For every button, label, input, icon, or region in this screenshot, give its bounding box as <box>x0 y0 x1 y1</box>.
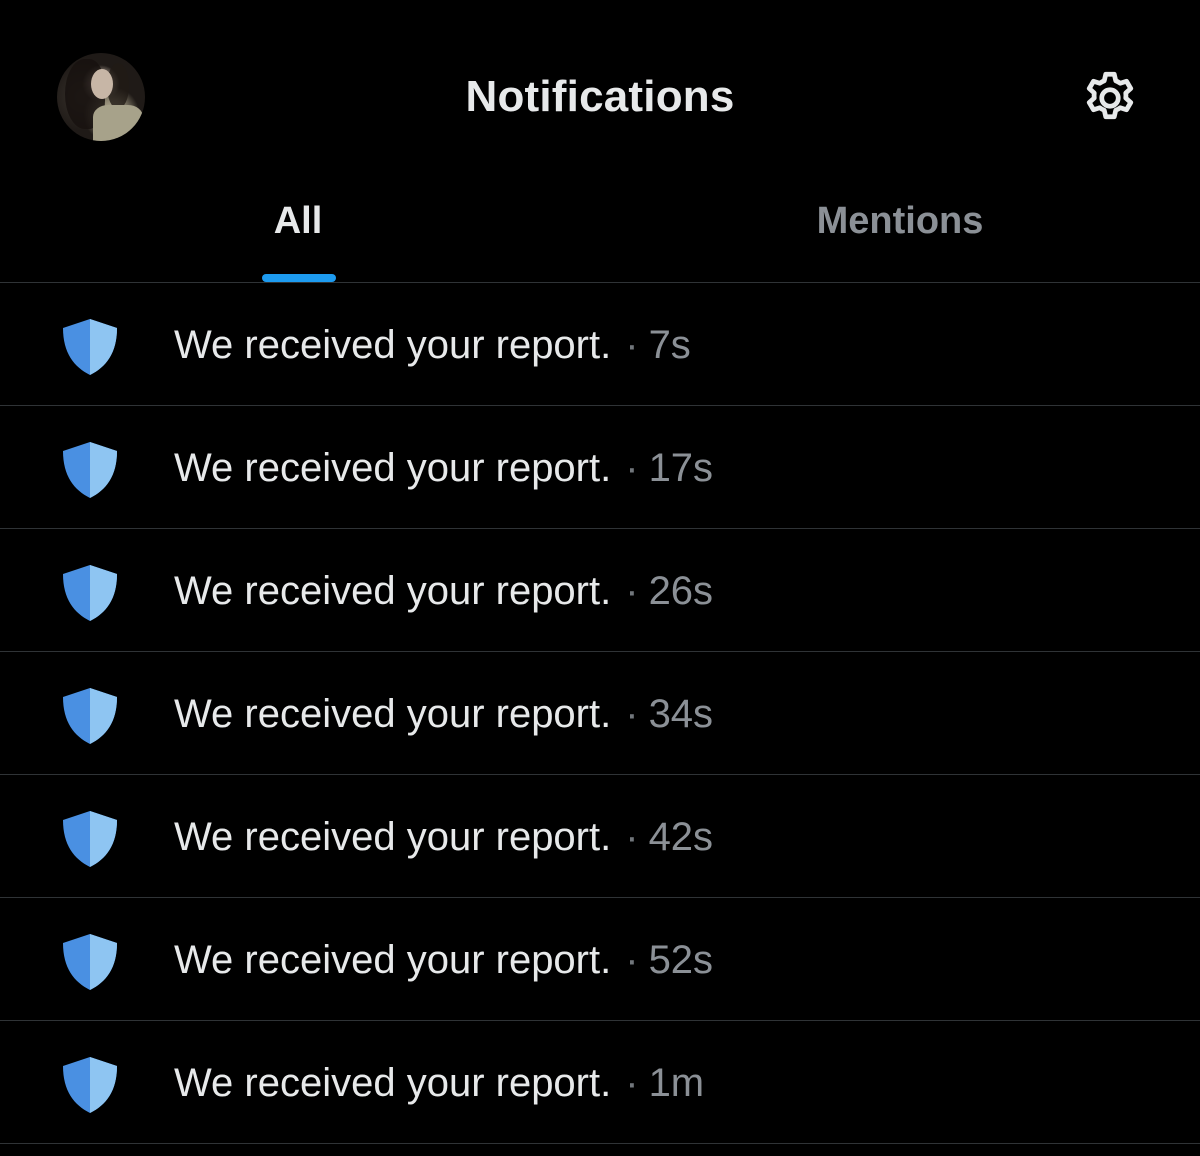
notification-message: We received your report. <box>174 569 612 613</box>
notification-message: We received your report. <box>174 1061 612 1105</box>
separator-dot: · <box>625 323 639 367</box>
shield-icon <box>60 811 120 867</box>
shield-icon <box>60 565 120 621</box>
shield-icon <box>60 442 120 498</box>
notification-text: We received your report. · 26s <box>174 569 713 613</box>
separator-dot: · <box>625 692 639 736</box>
notification-time: 17s <box>648 446 714 490</box>
notification-time: 34s <box>648 692 714 736</box>
separator-dot: · <box>625 815 639 859</box>
notification-text: We received your report. · 52s <box>174 938 713 982</box>
tab-all-label: All <box>273 200 323 242</box>
notification-time: 42s <box>648 815 714 859</box>
tab-all[interactable]: All <box>0 195 600 282</box>
notification-message: We received your report. <box>174 815 612 859</box>
notification-row[interactable]: We received your report. · 1m <box>0 1021 1200 1144</box>
notification-row[interactable]: We received your report. · 52s <box>0 898 1200 1021</box>
shield-icon <box>60 1057 120 1113</box>
notification-time: 7s <box>648 323 691 367</box>
notification-row[interactable]: We received your report. · 26s <box>0 529 1200 652</box>
notification-text: We received your report. · 1m <box>174 1061 704 1105</box>
notification-message: We received your report. <box>174 323 612 367</box>
notification-message: We received your report. <box>174 692 612 736</box>
shield-icon <box>60 319 120 375</box>
shield-icon <box>60 934 120 990</box>
notification-time: 1m <box>648 1061 705 1105</box>
tab-mentions[interactable]: Mentions <box>600 195 1200 282</box>
notification-message: We received your report. <box>174 938 612 982</box>
notification-text: We received your report. · 42s <box>174 815 713 859</box>
notification-message: We received your report. <box>174 446 612 490</box>
separator-dot: · <box>625 569 639 613</box>
tab-selected-indicator <box>262 274 336 282</box>
notification-text: We received your report. · 17s <box>174 446 713 490</box>
notification-text: We received your report. · 7s <box>174 323 691 367</box>
notification-row[interactable]: We received your report. · 34s <box>0 652 1200 775</box>
separator-dot: · <box>625 446 639 490</box>
tab-mentions-label: Mentions <box>816 200 984 242</box>
notification-row[interactable]: We received your report. · 42s <box>0 775 1200 898</box>
notification-row[interactable]: We received your report. · 17s <box>0 406 1200 529</box>
shield-icon <box>60 688 120 744</box>
notification-time: 52s <box>648 938 714 982</box>
gear-icon[interactable] <box>1080 68 1140 128</box>
page-title: Notifications <box>465 72 735 121</box>
notification-time: 26s <box>648 569 714 613</box>
separator-dot: · <box>625 1061 639 1105</box>
notification-row[interactable]: We received your report. · 7s <box>0 283 1200 406</box>
tab-bar: All Mentions <box>0 195 1200 283</box>
notification-list: We received your report. · 7s We received … <box>0 283 1200 1144</box>
notification-text: We received your report. · 34s <box>174 692 713 736</box>
separator-dot: · <box>625 938 639 982</box>
top-bar: Notifications <box>0 0 1200 195</box>
